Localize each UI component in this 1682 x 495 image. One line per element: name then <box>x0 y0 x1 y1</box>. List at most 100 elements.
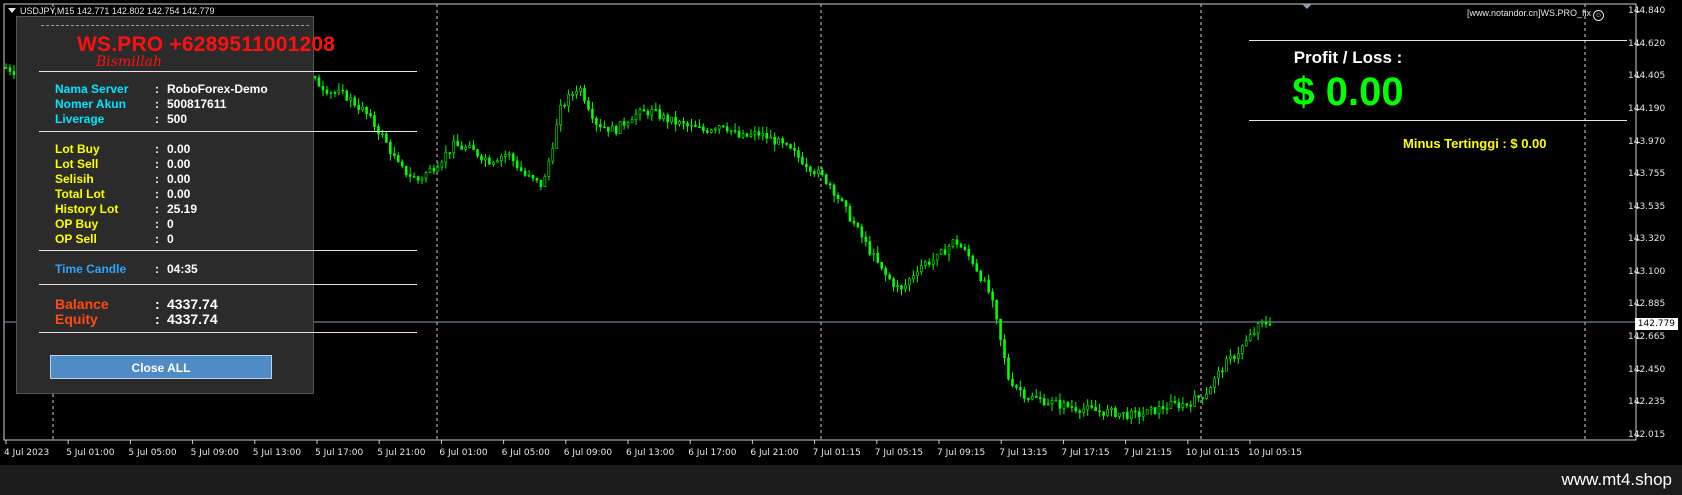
candle-body <box>313 76 317 78</box>
op-sell-row: OP Sell:0 <box>55 232 174 246</box>
candle-body <box>1233 355 1236 359</box>
candle-body <box>686 123 689 127</box>
separator: : <box>155 232 159 246</box>
candle-body <box>1165 408 1169 410</box>
candle-body <box>1256 323 1260 334</box>
candle-body <box>955 239 959 245</box>
time-tick-label: 6 Jul 13:00 <box>626 448 675 458</box>
time-tick-label: 6 Jul 17:00 <box>688 448 737 458</box>
close-all-button[interactable]: Close ALL <box>50 355 272 379</box>
candle-body <box>622 121 626 126</box>
account-label: Nomer Akun <box>55 97 126 111</box>
candle-body <box>496 160 499 163</box>
candle-body <box>923 261 927 266</box>
candle-body <box>1268 323 1272 326</box>
current-price-label: 142.779 <box>1634 318 1678 330</box>
op-buy-row: OP Buy:0 <box>55 217 174 231</box>
candle-body <box>519 167 523 172</box>
candle-body <box>614 125 618 134</box>
panel-subtitle: Bismillah <box>96 54 163 70</box>
candle-body <box>813 171 816 175</box>
candle-body <box>872 253 876 255</box>
candle-body <box>480 155 483 161</box>
footer-bar: www.mt4.shop <box>0 465 1682 495</box>
candle-body <box>1011 378 1014 386</box>
candle-body <box>499 156 503 162</box>
candle-body <box>1264 321 1268 325</box>
candle-body <box>991 291 994 301</box>
candle-body <box>1169 401 1173 409</box>
candle-body <box>1137 411 1141 417</box>
candle-body <box>329 92 333 94</box>
candle-body <box>1157 406 1161 415</box>
candle-body <box>361 106 364 110</box>
candle-body <box>943 249 947 255</box>
candle-body <box>1023 389 1026 399</box>
candle-body <box>892 278 895 288</box>
candle-body <box>428 168 432 173</box>
time-tick-label: 6 Jul 21:00 <box>750 448 799 458</box>
candle-body <box>1201 397 1204 399</box>
candle-body <box>1030 395 1034 400</box>
candle-body <box>1114 407 1117 417</box>
candle-body <box>920 265 923 273</box>
separator: : <box>155 112 159 126</box>
candle-body <box>345 90 349 101</box>
price-tick-label: 144.405 <box>1628 71 1666 82</box>
separator: : <box>155 142 159 156</box>
candle-body <box>1003 339 1006 359</box>
candle-body <box>492 161 495 165</box>
candle-body <box>1248 334 1252 341</box>
candle-body <box>868 241 872 255</box>
total-lot-label: Total Lot <box>55 187 105 201</box>
candle-body <box>515 160 519 168</box>
time-tick-label: 7 Jul 09:15 <box>937 448 986 458</box>
separator: : <box>155 202 159 216</box>
candle-body <box>832 184 836 196</box>
time-candle-value: 04:35 <box>167 262 198 276</box>
price-tick-label: 142.665 <box>1628 332 1666 343</box>
candle-body <box>396 155 400 163</box>
candle-body <box>321 86 325 91</box>
candle-body <box>995 299 998 320</box>
time-candle-label: Time Candle <box>55 262 127 276</box>
op-buy-label: OP Buy <box>55 217 99 231</box>
candle-body <box>12 71 16 75</box>
candle-body <box>713 128 717 131</box>
candle-body <box>1149 407 1153 410</box>
candle-body <box>341 89 345 92</box>
candle-body <box>927 261 931 265</box>
candle-body <box>947 245 951 255</box>
candle-body <box>317 77 321 87</box>
divider <box>39 284 417 285</box>
candle-body <box>1217 370 1220 379</box>
candle-body <box>1197 395 1200 398</box>
menu-triangle-icon[interactable] <box>8 8 16 13</box>
candle-body <box>583 87 586 102</box>
total-lot-value: 0.00 <box>167 187 191 201</box>
candle-body <box>547 160 551 177</box>
candle-body <box>674 116 677 125</box>
candle-body <box>1054 399 1058 402</box>
price-tick-label: 144.620 <box>1628 39 1666 50</box>
candle-body <box>650 109 654 116</box>
candle-body <box>373 115 376 127</box>
candle-body <box>844 200 848 207</box>
candle-body <box>527 175 531 177</box>
candle-body <box>1133 410 1137 413</box>
candle-body <box>464 147 467 150</box>
candle-body <box>785 142 788 145</box>
candle-body <box>773 136 777 145</box>
lot-sell-row: Lot Sell:0.00 <box>55 157 190 171</box>
candle-body <box>1209 387 1212 395</box>
profit-loss-title: Profit / Loss : <box>1293 48 1403 67</box>
lot-buy-label: Lot Buy <box>55 142 100 156</box>
candle-body <box>646 110 650 116</box>
candle-body <box>690 124 693 127</box>
candle-body <box>793 147 796 151</box>
equity-row: Equity:4337.74 <box>55 311 218 327</box>
candle-body <box>1141 413 1145 417</box>
candle-body <box>511 153 515 162</box>
chart-window[interactable]: USDJPY,M15 142.771 142.802 142.754 142.7… <box>0 0 1682 465</box>
candle-body <box>1050 400 1054 405</box>
